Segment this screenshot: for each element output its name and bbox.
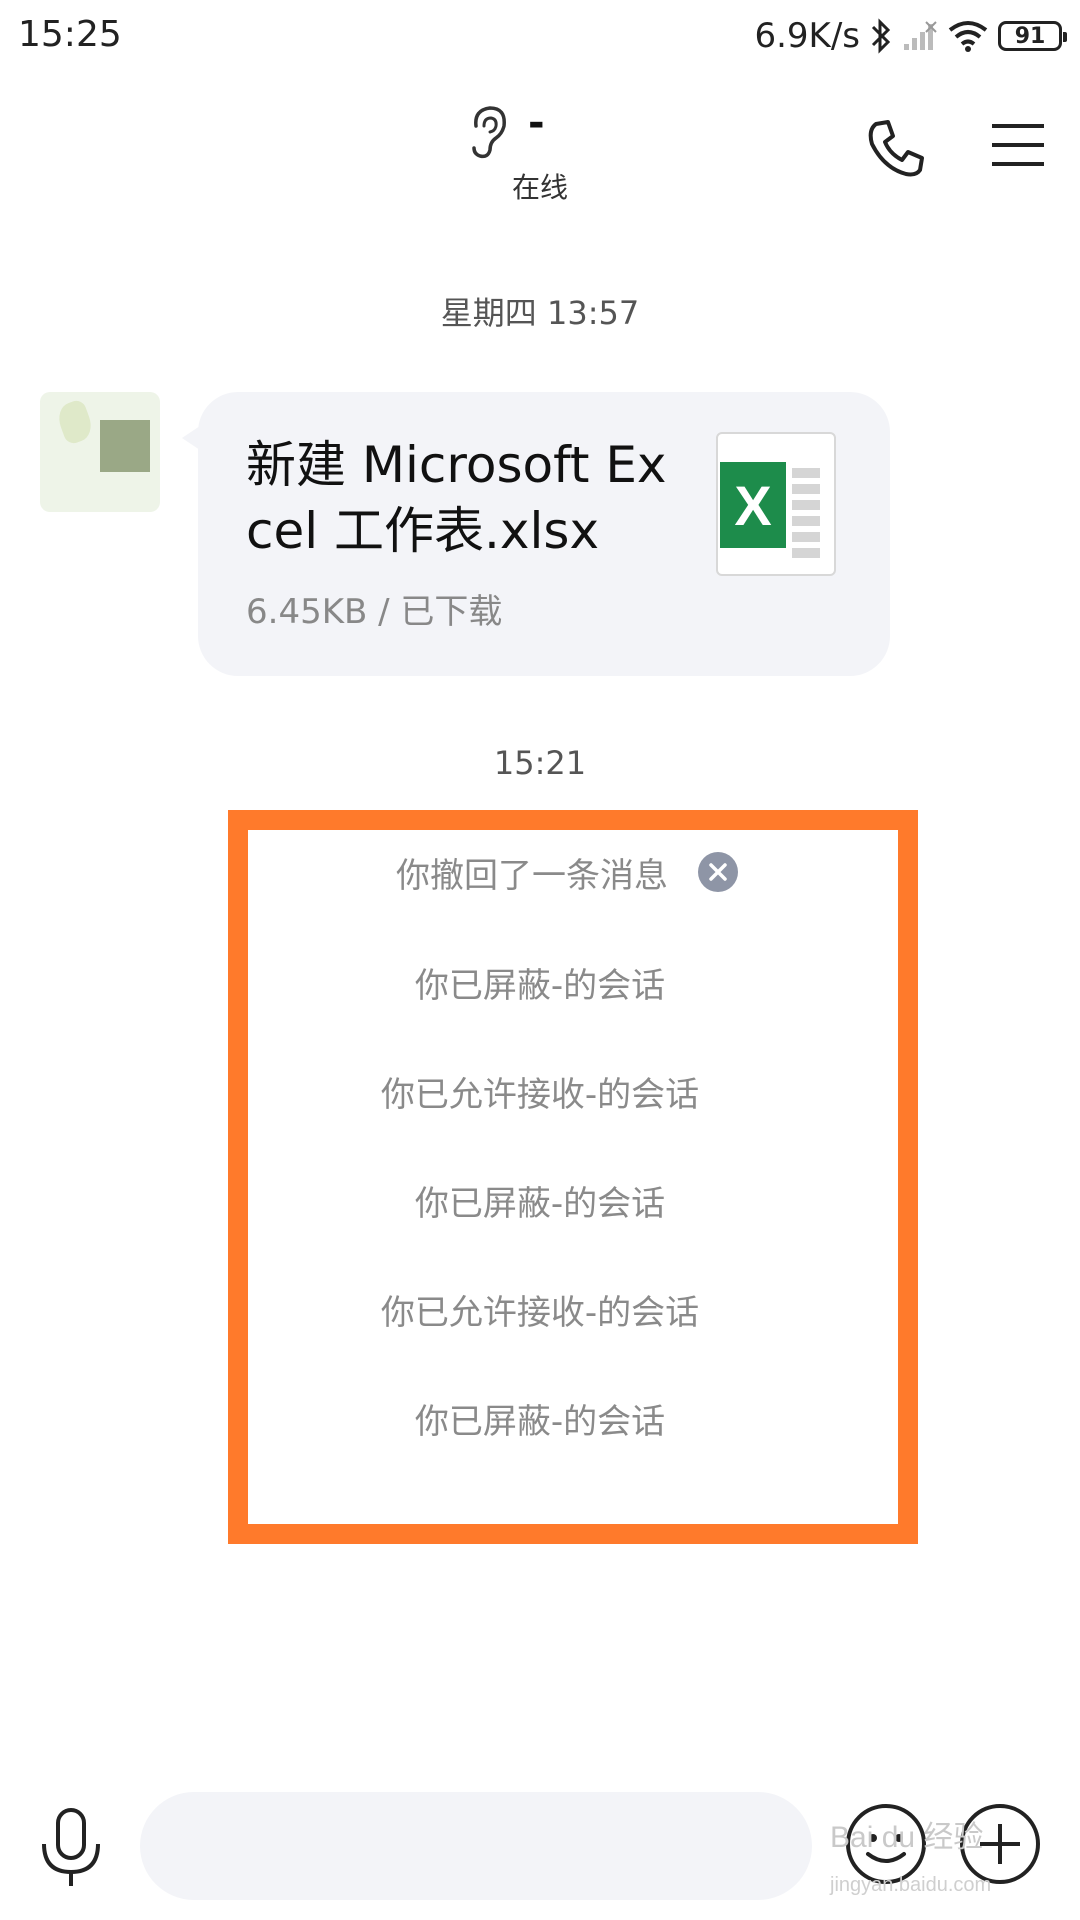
status-icons: 6.9K/s 91 xyxy=(754,14,1067,58)
system-message: 你已屏蔽-的会话 xyxy=(414,966,666,1006)
message-input[interactable] xyxy=(140,1792,812,1900)
contact-name[interactable]: - xyxy=(528,100,545,146)
message-timestamp: 星期四 13:57 xyxy=(440,294,640,332)
system-message: 你已屏蔽-的会话 xyxy=(414,1184,666,1224)
excel-file-icon: X xyxy=(716,432,836,576)
excel-grid-lines xyxy=(792,468,820,564)
close-x-glyph xyxy=(709,863,727,881)
close-icon[interactable] xyxy=(698,852,738,892)
menu-icon[interactable] xyxy=(990,120,1046,170)
file-meta: 6.45KB / 已下载 xyxy=(246,592,503,632)
system-message: 你已允许接收-的会话 xyxy=(380,1293,700,1333)
avatar-decoration xyxy=(54,398,96,446)
avatar-image xyxy=(100,420,150,472)
phone-icon[interactable] xyxy=(866,118,926,178)
watermark-url: jingyan.baidu.com xyxy=(830,1874,992,1896)
file-message-bubble[interactable]: 新建 Microsoft Excel 工作表.xlsx 6.45KB / 已下载… xyxy=(198,392,890,676)
ear-icon[interactable] xyxy=(466,104,510,160)
wifi-icon xyxy=(948,21,988,52)
cellular-no-signal-icon xyxy=(904,21,937,50)
recalled-message-text: 你撤回了一条消息 xyxy=(396,855,668,896)
status-bar: 15:25 6.9K/s 91 xyxy=(0,0,1080,74)
mic-icon[interactable] xyxy=(36,1806,106,1890)
network-speed: 6.9K/s xyxy=(754,16,860,56)
recalled-message-row: 你撤回了一条消息 xyxy=(0,848,1080,896)
file-name: 新建 Microsoft Excel 工作表.xlsx xyxy=(246,436,667,560)
excel-x-badge: X xyxy=(720,462,786,548)
battery-level: 91 xyxy=(1014,23,1046,49)
system-message: 你已允许接收-的会话 xyxy=(380,1075,700,1115)
status-time: 15:25 xyxy=(18,14,122,55)
system-message: 你已屏蔽-的会话 xyxy=(414,1402,666,1442)
avatar[interactable] xyxy=(40,392,160,512)
message-timestamp: 15:21 xyxy=(493,744,587,782)
battery-icon: 91 xyxy=(998,21,1067,51)
chat-header: - 在线 xyxy=(0,74,1080,224)
watermark: Bai du 经验 xyxy=(830,1821,984,1854)
bluetooth-icon xyxy=(871,18,891,54)
